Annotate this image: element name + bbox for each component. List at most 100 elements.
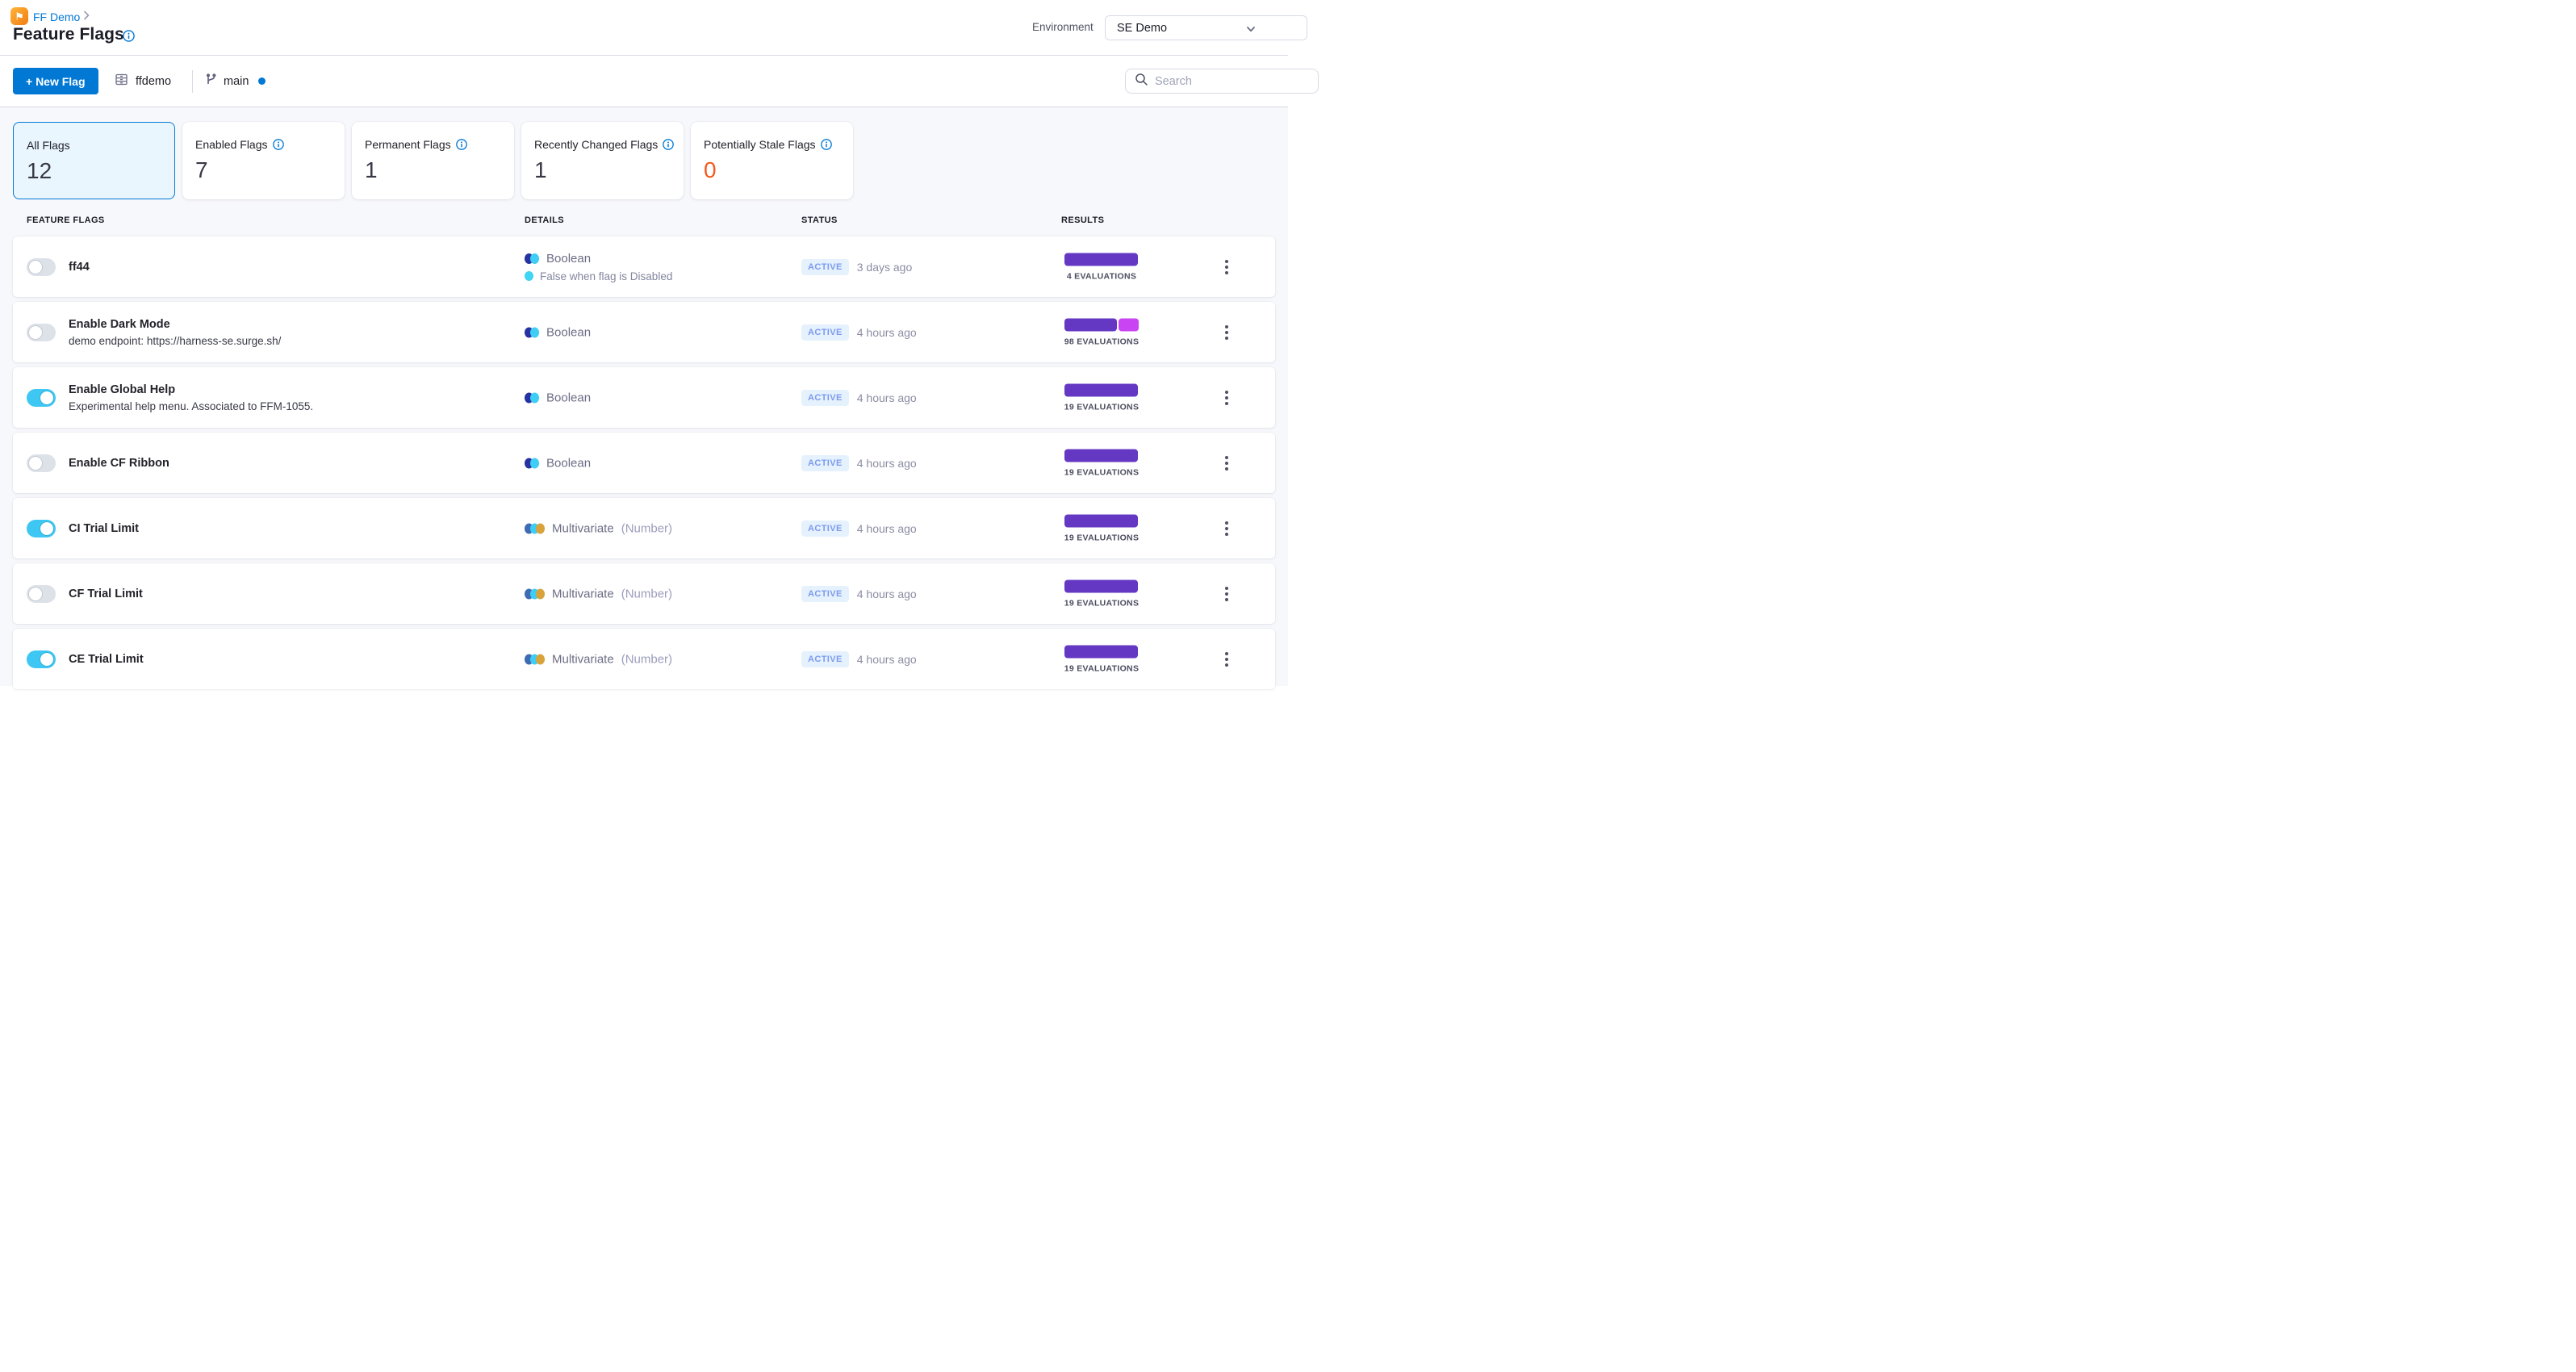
toggle-knob <box>28 455 43 471</box>
flag-name[interactable]: Enable Dark Mode <box>69 318 504 331</box>
flag-type: Boolean <box>546 325 592 339</box>
status-badge: ACTIVE <box>801 258 849 275</box>
stat-label: Potentially Stale Flags <box>704 138 816 151</box>
toggle-knob <box>28 259 43 274</box>
flag-list: ff44 Boolean False when flag is Disabled… <box>13 236 1275 689</box>
new-flag-button[interactable]: + New Flag <box>13 68 98 94</box>
last-updated: 3 days ago <box>856 260 913 274</box>
evaluations-count: 4 EVALUATIONS <box>1066 271 1137 281</box>
flag-name[interactable]: Enable Global Help <box>69 383 504 396</box>
flag-status: ACTIVE 3 days ago <box>801 258 913 275</box>
flag-results: 19 EVALUATIONS <box>1033 383 1170 412</box>
flag-type: Multivariate <box>552 587 614 600</box>
evaluations-count: 19 EVALUATIONS <box>1064 533 1140 542</box>
info-icon[interactable] <box>272 139 284 150</box>
flag-name[interactable]: ff44 <box>69 261 504 274</box>
multivariate-type-icon <box>525 654 545 664</box>
evaluations-bar <box>1064 449 1139 462</box>
search-box[interactable] <box>1125 69 1319 94</box>
environment-value: SE Demo <box>1117 21 1168 35</box>
flag-status: ACTIVE 4 hours ago <box>801 585 917 602</box>
branch-status-dot <box>258 77 266 85</box>
flag-description: Experimental help menu. Associated to FF… <box>69 399 314 412</box>
row-menu-button[interactable] <box>1220 322 1233 343</box>
stat-label: Enabled Flags <box>195 138 268 151</box>
flag-toggle[interactable] <box>27 454 56 472</box>
branch-name: main <box>224 74 249 88</box>
evaluations-bar <box>1064 383 1139 396</box>
chevron-right-icon <box>83 10 90 23</box>
table-row[interactable]: Enable CF Ribbon Boolean ACTIVE 4 hours … <box>13 433 1275 493</box>
flag-name[interactable]: CE Trial Limit <box>69 653 504 666</box>
toolbar-divider <box>192 70 193 93</box>
flag-name[interactable]: CI Trial Limit <box>69 522 504 535</box>
flag-toggle[interactable] <box>27 257 56 276</box>
git-branch-icon <box>205 73 217 90</box>
table-row[interactable]: Enable Dark Mode demo endpoint: https://… <box>13 302 1275 362</box>
toggle-knob <box>40 390 54 405</box>
flag-details: Boolean <box>525 456 591 470</box>
info-icon[interactable] <box>455 139 467 150</box>
toolbar: + New Flag ffdemo main <box>0 56 1319 107</box>
variation-dot-icon <box>525 271 533 281</box>
flag-name[interactable]: Enable CF Ribbon <box>69 457 504 470</box>
table-row[interactable]: CF Trial Limit Multivariate (Number) ACTI… <box>13 563 1275 624</box>
last-updated: 4 hours ago <box>856 325 917 339</box>
page-title: Feature Flags <box>13 25 124 44</box>
evaluations-bar <box>1064 579 1139 592</box>
column-header-results: RESULTS <box>1061 215 1105 225</box>
status-badge: ACTIVE <box>801 389 849 406</box>
flag-status: ACTIVE 4 hours ago <box>801 650 917 667</box>
info-icon[interactable] <box>663 139 675 150</box>
row-menu-button[interactable] <box>1220 584 1233 604</box>
stat-card-enabled-flags[interactable]: Enabled Flags 7 <box>182 122 345 199</box>
row-menu-button[interactable] <box>1220 387 1233 408</box>
flag-details: Boolean False when flag is Disabled <box>525 252 672 282</box>
multivariate-type-icon <box>525 588 545 599</box>
flag-toggle[interactable] <box>27 650 56 668</box>
stat-label: Permanent Flags <box>365 138 451 151</box>
environment-label: Environment <box>1032 21 1094 33</box>
row-menu-button[interactable] <box>1220 257 1233 278</box>
stat-card-potentially-stale-flags[interactable]: Potentially Stale Flags 0 <box>691 122 853 199</box>
evaluations-count: 19 EVALUATIONS <box>1064 598 1140 608</box>
stat-card-permanent-flags[interactable]: Permanent Flags 1 <box>352 122 514 199</box>
chevron-down-icon <box>1245 23 1257 38</box>
flag-toggle[interactable] <box>27 323 56 341</box>
table-row[interactable]: CE Trial Limit Multivariate (Number) ACTI… <box>13 629 1275 689</box>
row-menu-button[interactable] <box>1220 649 1233 670</box>
stat-card-recently-changed-flags[interactable]: Recently Changed Flags 1 <box>521 122 684 199</box>
flag-details: Boolean <box>525 325 591 339</box>
flag-type-note: (Number) <box>621 652 673 666</box>
boolean-type-icon <box>525 458 539 468</box>
evaluations-count: 19 EVALUATIONS <box>1064 402 1140 412</box>
evaluations-bar <box>1064 318 1139 331</box>
repo-selector[interactable]: ffdemo <box>115 68 171 94</box>
stat-value: 1 <box>365 157 378 182</box>
stat-card-all-flags[interactable]: All Flags 12 <box>13 122 175 199</box>
flag-name[interactable]: CF Trial Limit <box>69 588 504 600</box>
toggle-knob <box>40 521 54 536</box>
flag-toggle[interactable] <box>27 584 56 603</box>
breadcrumb-project-link[interactable]: FF Demo <box>33 10 80 23</box>
status-badge: ACTIVE <box>801 585 849 602</box>
repository-icon <box>115 73 128 90</box>
table-row[interactable]: CI Trial Limit Multivariate (Number) ACTI… <box>13 498 1275 558</box>
flag-type: Boolean <box>546 251 592 266</box>
boolean-type-icon <box>525 392 539 403</box>
flag-status: ACTIVE 4 hours ago <box>801 454 917 471</box>
column-header-status: STATUS <box>801 215 838 225</box>
row-menu-button[interactable] <box>1220 518 1233 539</box>
row-menu-button[interactable] <box>1220 453 1233 474</box>
flag-toggle[interactable] <box>27 388 56 407</box>
flag-toggle[interactable] <box>27 519 56 538</box>
search-input[interactable] <box>1155 74 1284 88</box>
flag-results: 4 EVALUATIONS <box>1033 253 1170 281</box>
flag-details: Boolean <box>525 391 591 404</box>
branch-selector[interactable]: main <box>205 68 266 94</box>
table-row[interactable]: ff44 Boolean False when flag is Disabled… <box>13 236 1275 297</box>
title-info-icon[interactable] <box>123 30 135 42</box>
environment-select[interactable]: SE Demo <box>1105 15 1307 40</box>
info-icon[interactable] <box>820 139 832 150</box>
table-row[interactable]: Enable Global Help Experimental help men… <box>13 367 1275 428</box>
